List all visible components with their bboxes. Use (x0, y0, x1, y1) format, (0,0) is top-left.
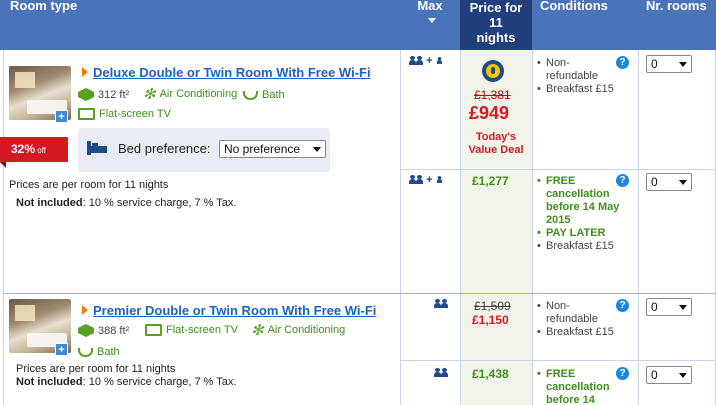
arrow-right-icon (82, 305, 88, 315)
value-deal-icon (482, 60, 504, 82)
divider (638, 50, 639, 405)
facility-tv: Flat-screen TV (145, 324, 238, 336)
facility-bath: Bath (243, 89, 285, 101)
facility-size: 388 ft² (78, 324, 129, 337)
divider (400, 169, 716, 170)
max-occupancy (434, 367, 448, 379)
old-price: £1,509 (474, 299, 511, 313)
header-price: Price for 11 nights (460, 0, 532, 57)
prices-note: Prices are per room for 11 nights (16, 363, 176, 375)
header-max[interactable]: Max (400, 0, 460, 50)
header-conditions: Conditions (540, 0, 608, 13)
bed-preference-select[interactable]: No preference (219, 140, 326, 158)
facility-bath: Bath (78, 346, 120, 358)
not-included: Not included: 10 % service charge, 7 % T… (16, 376, 237, 388)
table-header: Room type Max Price for 11 nights Condit… (0, 0, 716, 57)
person-icon (416, 175, 423, 184)
header-room-type: Room type (10, 0, 78, 13)
room-qty-select[interactable]: 0 (646, 173, 692, 191)
room-title-link[interactable]: Deluxe Double or Twin Room With Free Wi-… (82, 65, 371, 80)
person-icon (409, 56, 416, 65)
help-icon[interactable]: ? (616, 367, 629, 380)
chevron-down-icon (679, 373, 687, 378)
current-price: £949 (469, 103, 510, 123)
max-occupancy: + (409, 174, 443, 186)
divider (3, 293, 716, 294)
tv-icon (78, 108, 95, 120)
room-size-icon (78, 324, 94, 337)
more-photos-icon[interactable]: + (55, 110, 68, 123)
tv-icon (145, 324, 162, 336)
max-occupancy (434, 298, 448, 310)
divider (3, 50, 4, 405)
room-title-link[interactable]: Premier Double or Twin Room With Free Wi… (82, 303, 376, 318)
bed-icon (87, 141, 107, 155)
child-icon (436, 57, 442, 64)
help-icon[interactable]: ? (616, 174, 629, 187)
sort-caret-icon (427, 18, 436, 23)
facility-tv: Flat-screen TV (78, 108, 171, 120)
person-icon (441, 299, 448, 308)
person-icon (409, 175, 416, 184)
max-occupancy: + (409, 55, 443, 67)
facility-aircon: ✻ Air Conditioning (251, 321, 346, 339)
conditions-list: FREE cancellation before 14 May 2015 PAY… (537, 175, 621, 253)
conditions-list: Non-refundable Breakfast £15 (537, 57, 621, 96)
divider (460, 50, 461, 405)
room-size-icon (78, 88, 94, 101)
facility-aircon: ✻ Air Conditioning (143, 85, 238, 103)
not-included: Not included: 10 % service charge, 7 % T… (16, 197, 237, 209)
help-icon[interactable]: ? (616, 56, 629, 69)
facility-size: 312 ft² (78, 88, 129, 101)
more-photos-icon[interactable]: + (55, 343, 68, 356)
divider (400, 50, 401, 405)
bed-preference-label: Bed preference: (118, 141, 211, 156)
person-icon (434, 368, 441, 377)
conditions-list: FREE cancellation before 14 (537, 368, 621, 405)
prices-note: Prices are per room for 11 nights (9, 179, 169, 191)
bed-preference-panel: Bed preference: No preference (78, 128, 330, 172)
current-price: £1,438 (472, 367, 509, 381)
snowflake-icon: ✻ (143, 85, 156, 103)
divider (400, 360, 716, 361)
arrow-right-icon (82, 67, 88, 77)
bath-icon (243, 90, 258, 100)
header-nr-rooms: Nr. rooms (646, 0, 707, 13)
person-icon (441, 368, 448, 377)
current-price: £1,277 (472, 174, 509, 188)
person-icon (416, 56, 423, 65)
snowflake-icon: ✻ (251, 321, 264, 339)
deal-label: Today's Value Deal (468, 131, 524, 156)
chevron-down-icon (679, 180, 687, 185)
old-price: £1,381 (474, 88, 511, 102)
current-price: £1,150 (472, 313, 509, 327)
discount-badge: 32% off (0, 137, 68, 168)
help-icon[interactable]: ? (616, 299, 629, 312)
room-qty-select[interactable]: 0 (646, 298, 692, 316)
child-icon (436, 176, 442, 183)
chevron-down-icon (313, 147, 321, 152)
chevron-down-icon (679, 62, 687, 67)
divider (532, 50, 533, 405)
room-qty-select[interactable]: 0 (646, 55, 692, 73)
chevron-down-icon (679, 305, 687, 310)
bath-icon (78, 347, 93, 357)
person-icon (434, 299, 441, 308)
conditions-list: Non-refundable Breakfast £15 (537, 300, 621, 339)
room-qty-select[interactable]: 0 (646, 366, 692, 384)
